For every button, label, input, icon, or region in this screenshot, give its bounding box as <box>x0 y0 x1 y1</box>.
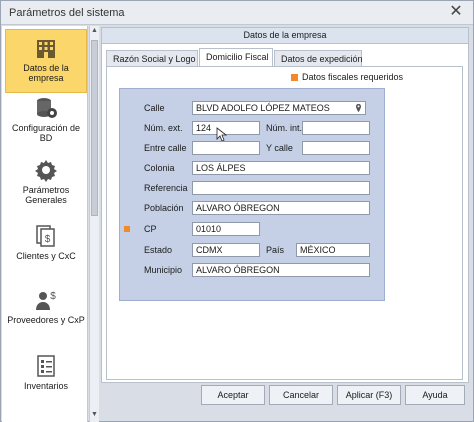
estado-field[interactable]: CDMX <box>192 243 260 257</box>
required-marker <box>124 226 130 232</box>
svg-text:$: $ <box>45 234 51 245</box>
checklist-icon <box>37 355 55 377</box>
building-icon <box>37 40 55 58</box>
text-cursor-icon <box>216 127 227 142</box>
gear-icon <box>35 160 57 182</box>
sidebar-item-datos-empresa[interactable]: Datos de la empresa <box>5 29 87 93</box>
required-legend: Datos fiscales requeridos <box>291 72 403 82</box>
sidebar-item-clientes-cxc[interactable]: $ Clientes y CxC <box>5 224 87 268</box>
num-int-label: Núm. int. <box>266 123 303 133</box>
sidebar-item-configuracion-bd[interactable]: Configuración de BD <box>5 96 87 143</box>
pais-field[interactable]: MÉXICO <box>296 243 370 257</box>
sidebar-item-label: Clientes y CxC <box>16 251 76 261</box>
sidebar-item-label: Configuración de BD <box>11 123 81 143</box>
colonia-field[interactable]: LOS ÁLPES <box>192 161 370 175</box>
database-gear-icon <box>37 98 57 118</box>
domicilio-form: Calle BLVD ADOLFO LÓPEZ MATEOS Núm. ext.… <box>119 88 385 301</box>
documents-money-icon: $ <box>36 225 55 247</box>
municipio-field[interactable]: ALVARO ÓBREGON <box>192 263 370 277</box>
cp-label: CP <box>144 224 157 234</box>
cancelar-button[interactable]: Cancelar <box>269 385 333 405</box>
sidebar-item-proveedores-cxp[interactable]: $ Proveedores y CxP <box>5 288 87 332</box>
svg-text:$: $ <box>50 291 56 302</box>
entre-calle-label: Entre calle <box>144 143 187 153</box>
scroll-down-icon[interactable]: ▼ <box>90 411 99 421</box>
map-pin-icon[interactable] <box>353 103 364 113</box>
aceptar-button[interactable]: Aceptar <box>201 385 265 405</box>
sidebar: Datos de la empresa Configuración de BD … <box>2 26 88 422</box>
sidebar-item-label: Datos de la empresa <box>23 63 69 83</box>
sidebar-item-label: Parámetros Generales <box>22 185 70 205</box>
required-marker <box>291 74 298 81</box>
calle-field[interactable]: BLVD ADOLFO LÓPEZ MATEOS <box>192 101 366 115</box>
person-money-icon: $ <box>36 291 56 310</box>
sidebar-item-label: Proveedores y CxP <box>7 315 85 325</box>
cp-field[interactable]: 01010 <box>192 222 260 236</box>
window-title: Parámetros del sistema <box>9 7 125 19</box>
dialog-footer: Aceptar Cancelar Aplicar (F3) Ayuda <box>101 385 469 407</box>
referencia-field[interactable] <box>192 181 370 195</box>
panel-header: Datos de la empresa <box>102 28 468 44</box>
pais-label: País <box>266 245 285 255</box>
scrollbar-thumb[interactable] <box>91 40 98 216</box>
poblacion-field[interactable]: ALVARO ÓBREGON <box>192 201 370 215</box>
sidebar-item-inventarios[interactable]: Inventarios <box>5 354 87 398</box>
num-int-field[interactable] <box>302 121 370 135</box>
aplicar-button[interactable]: Aplicar (F3) <box>337 385 401 405</box>
scroll-up-icon[interactable]: ▲ <box>90 27 99 37</box>
y-calle-label: Y calle <box>266 143 293 153</box>
sidebar-item-label: Inventarios <box>23 381 69 391</box>
ayuda-button[interactable]: Ayuda <box>405 385 465 405</box>
tab-razon-social[interactable]: Razón Social y Logo <box>106 50 198 67</box>
tab-datos-expedicion[interactable]: Datos de expedición <box>274 50 363 67</box>
municipio-label: Municipio <box>144 265 183 275</box>
window: Parámetros del sistema ✕ Datos de la emp… <box>0 0 474 422</box>
entre-calle-field[interactable] <box>192 141 260 155</box>
calle-label: Calle <box>144 103 165 113</box>
datos-empresa-panel: Datos de la empresa Razón Social y Logo … <box>101 27 469 383</box>
title-bar: Parámetros del sistema ✕ <box>1 1 473 25</box>
colonia-label: Colonia <box>144 163 175 173</box>
num-ext-label: Núm. ext. <box>144 123 183 133</box>
tab-body: Datos fiscales requeridos Calle BLVD ADO… <box>106 66 463 380</box>
estado-label: Estado <box>144 245 173 255</box>
calle-value: BLVD ADOLFO LÓPEZ MATEOS <box>196 103 330 113</box>
referencia-label: Referencia <box>144 183 188 193</box>
tab-domicilio-fiscal[interactable]: Domicilio Fiscal <box>199 48 273 67</box>
close-icon[interactable]: ✕ <box>445 3 467 21</box>
sidebar-item-parametros-generales[interactable]: Parámetros Generales <box>5 158 87 210</box>
legend-text: Datos fiscales requeridos <box>302 72 404 82</box>
sidebar-scrollbar[interactable]: ▲ ▼ <box>89 26 99 422</box>
y-calle-field[interactable] <box>302 141 370 155</box>
poblacion-label: Población <box>144 203 184 213</box>
